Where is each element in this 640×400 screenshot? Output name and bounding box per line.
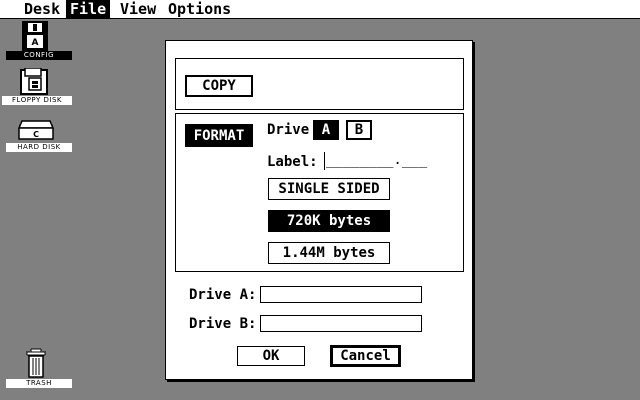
single-sided-button[interactable]: SINGLE SIDED bbox=[268, 178, 390, 200]
drive-label: Drive bbox=[267, 122, 310, 138]
menu-options[interactable]: Options bbox=[164, 0, 235, 19]
trash-label: TRASH bbox=[6, 379, 72, 388]
menu-bar: Desk File View Options bbox=[0, 0, 640, 19]
drive-a-field[interactable] bbox=[260, 286, 422, 303]
disk-label-caption: Label: bbox=[267, 154, 318, 170]
hard-disk-label: HARD DISK bbox=[6, 143, 72, 152]
config-disk-label: CONFIG bbox=[6, 51, 72, 60]
format-button[interactable]: FORMAT bbox=[185, 124, 253, 147]
disk-label-input[interactable]: ________.___ bbox=[326, 152, 427, 168]
drive-a-button[interactable]: A bbox=[313, 120, 339, 140]
capacity-144m-button[interactable]: 1.44M bytes bbox=[268, 242, 390, 264]
capacity-720k-button[interactable]: 720K bytes bbox=[268, 210, 390, 232]
menu-desk[interactable]: Desk bbox=[20, 0, 64, 19]
hard-disk-icon[interactable]: C bbox=[17, 120, 55, 140]
text-cursor bbox=[324, 152, 325, 170]
floppy-disk-icon[interactable] bbox=[20, 67, 50, 96]
config-disk-icon[interactable]: A bbox=[22, 21, 48, 51]
drive-b-field[interactable] bbox=[260, 315, 422, 332]
ok-button[interactable]: OK bbox=[237, 346, 305, 366]
format-copy-dialog: COPY FORMAT Drive A B Label: ________.__… bbox=[165, 40, 473, 380]
menu-file[interactable]: File bbox=[66, 0, 111, 19]
svg-text:A: A bbox=[32, 38, 39, 48]
drive-b-field-caption: Drive B: bbox=[189, 316, 257, 332]
format-section: FORMAT Drive A B Label: ________.___ SIN… bbox=[175, 113, 464, 272]
drive-b-button[interactable]: B bbox=[346, 120, 372, 140]
menu-view[interactable]: View bbox=[116, 0, 160, 19]
floppy-disk-label: FLOPPY DISK bbox=[2, 96, 72, 105]
cancel-button[interactable]: Cancel bbox=[330, 345, 401, 367]
copy-section: COPY bbox=[175, 58, 464, 110]
svg-text:C: C bbox=[33, 130, 39, 139]
trash-icon[interactable] bbox=[26, 348, 46, 378]
drive-a-field-caption: Drive A: bbox=[189, 287, 257, 303]
copy-button[interactable]: COPY bbox=[185, 75, 253, 97]
